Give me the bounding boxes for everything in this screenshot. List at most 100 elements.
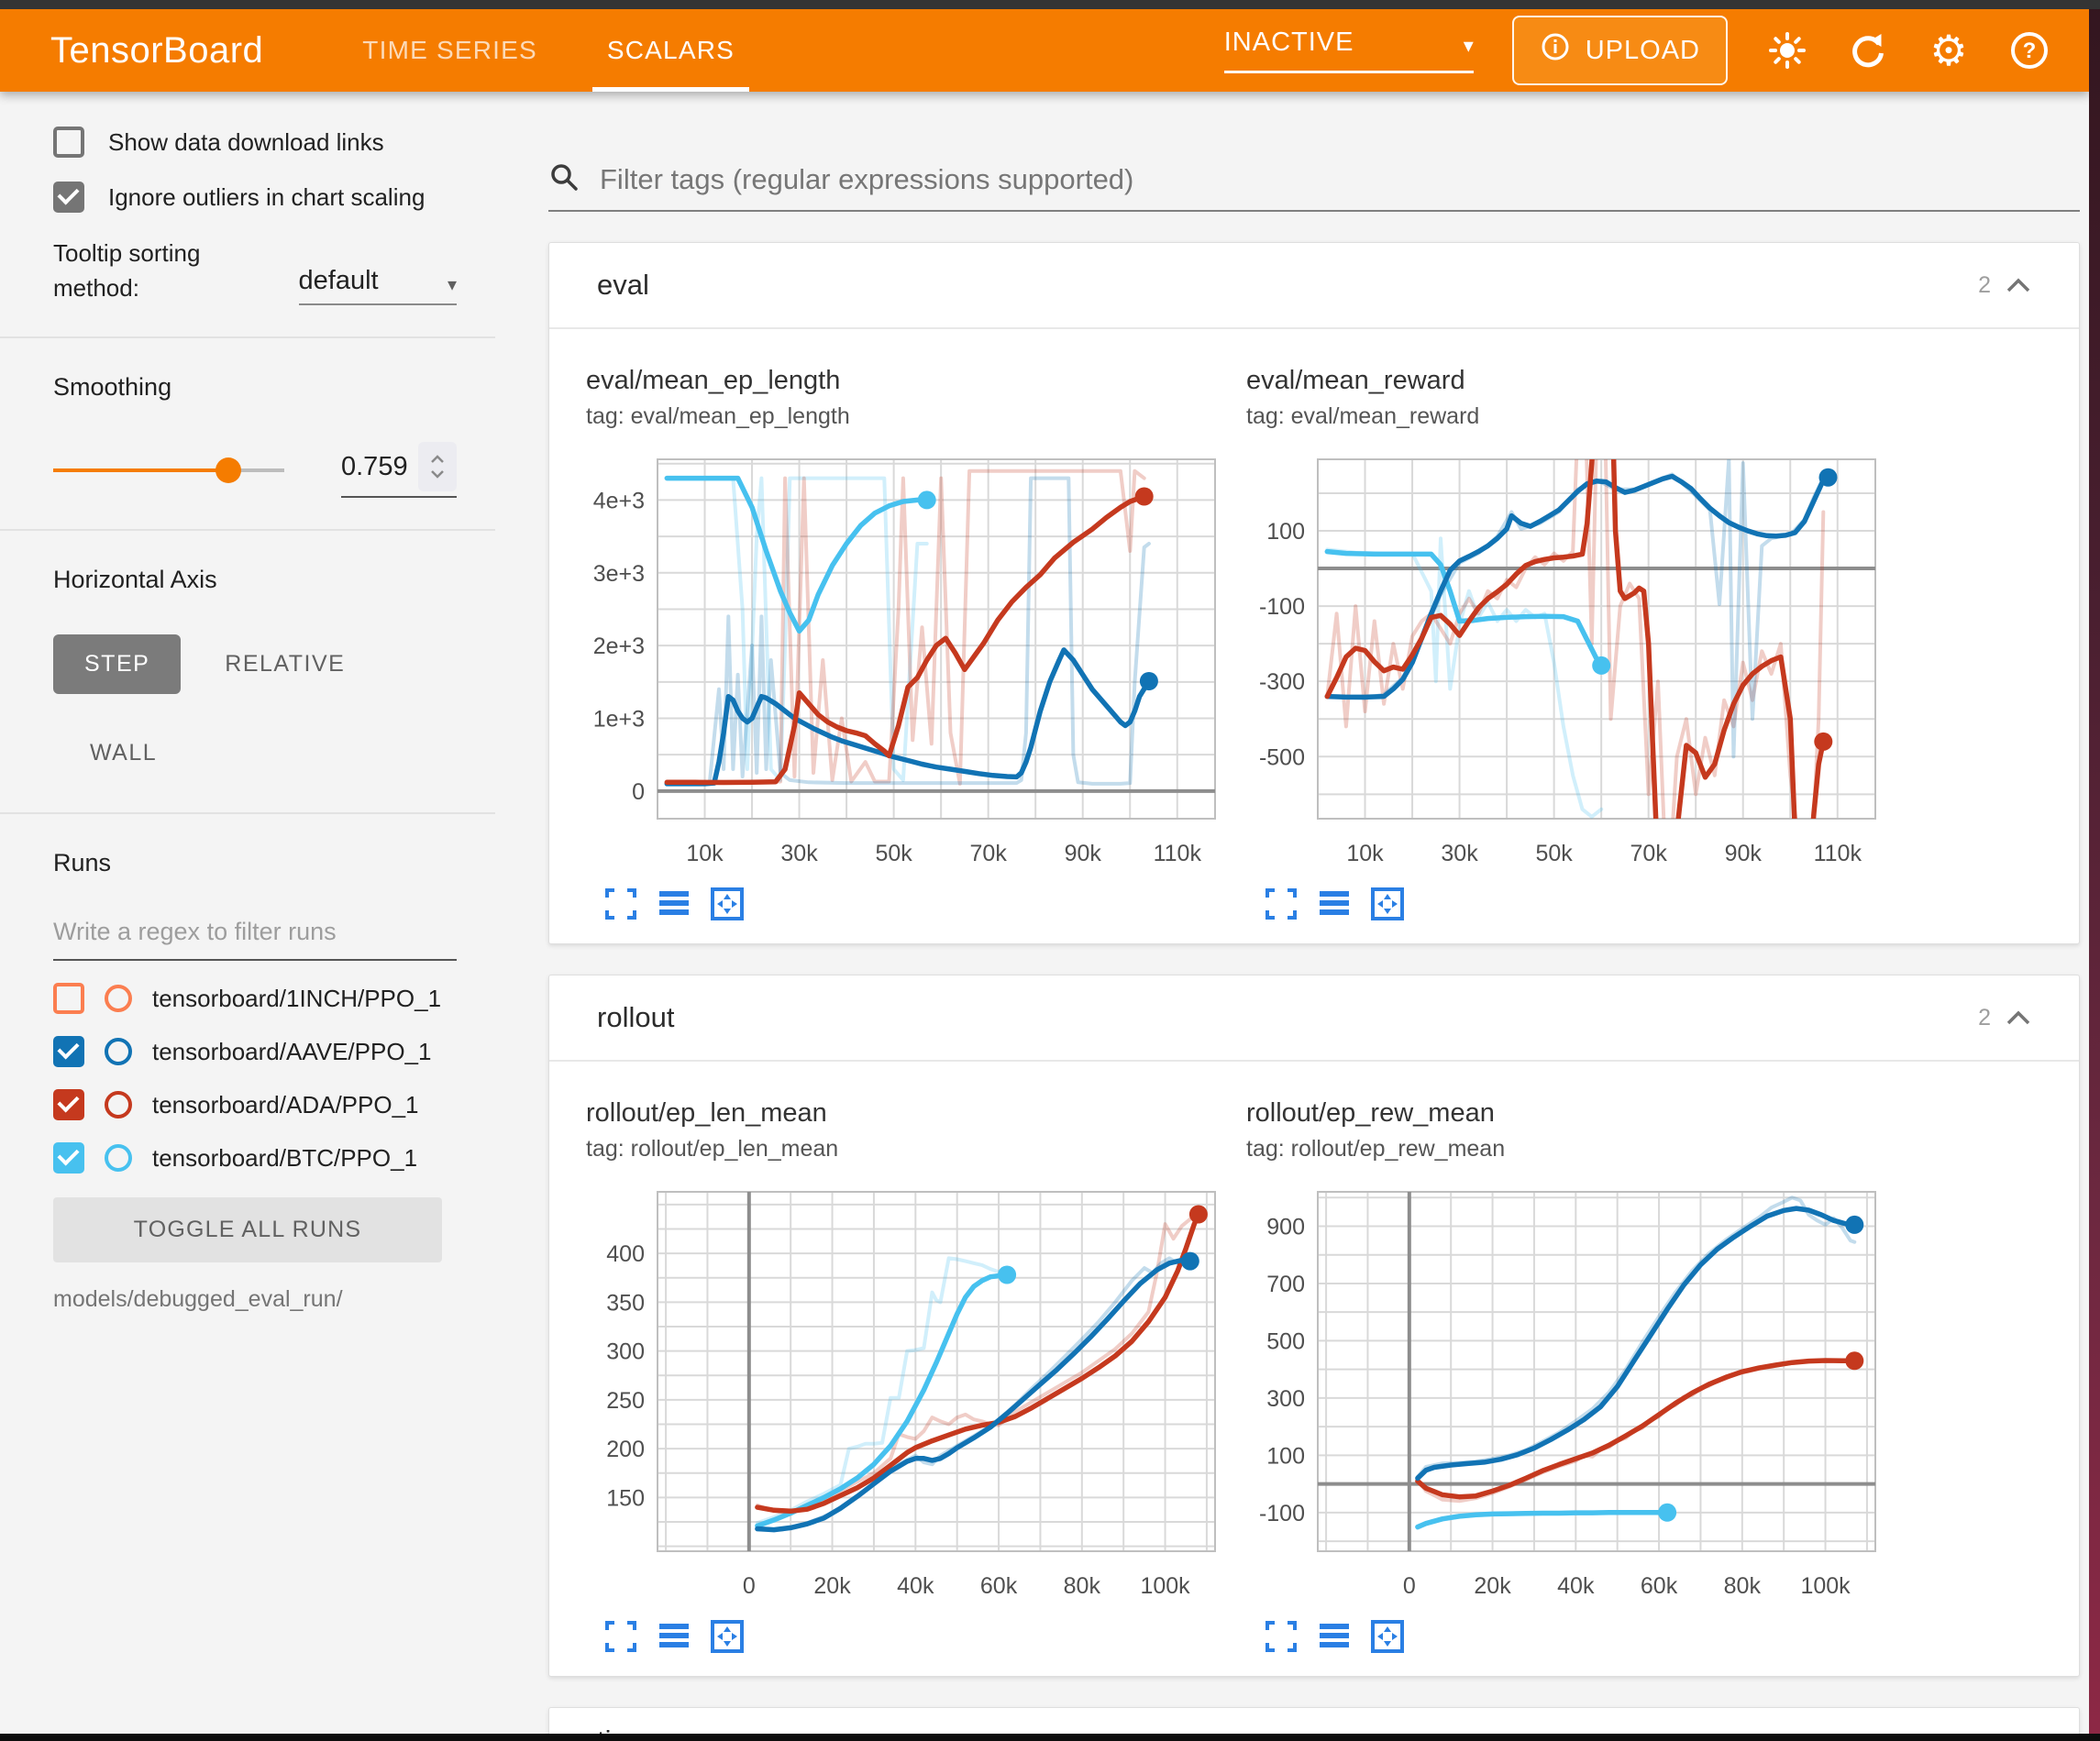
- svg-text:0: 0: [1403, 1573, 1416, 1599]
- run-row-ada[interactable]: tensorboard/ADA/PPO_1: [53, 1089, 457, 1120]
- svg-text:1e+3: 1e+3: [593, 706, 645, 732]
- tooltip-sorting-dropdown[interactable]: default ▾: [299, 266, 457, 305]
- run-checkbox-btc[interactable]: [53, 1142, 84, 1174]
- chart-rollout-ep-len-mean-plot[interactable]: 020k40k60k80k100k150200250300350400: [586, 1183, 1228, 1604]
- run-color-ring[interactable]: [105, 1091, 132, 1118]
- run-row-btc[interactable]: tensorboard/BTC/PPO_1: [53, 1142, 457, 1174]
- ignore-outliers-checkbox[interactable]: [53, 182, 84, 213]
- run-row-1inch[interactable]: tensorboard/1INCH/PPO_1: [53, 983, 457, 1014]
- chart-tag: tag: rollout/ep_rew_mean: [1246, 1136, 1888, 1163]
- expand-chart-icon[interactable]: [1263, 1619, 1299, 1656]
- run-row-aave[interactable]: tensorboard/AAVE/PPO_1: [53, 1036, 457, 1067]
- brightness-icon[interactable]: [1766, 29, 1808, 72]
- chevron-up-icon[interactable]: [2006, 1009, 2031, 1026]
- top-tabs: TIME SERIES SCALARS: [327, 9, 769, 92]
- svg-text:40k: 40k: [897, 1573, 934, 1599]
- chart-eval-mean-ep-length: eval/mean_ep_length tag: eval/mean_ep_le…: [586, 366, 1228, 923]
- section-rollout-header[interactable]: rollout 2: [549, 975, 2079, 1060]
- fit-to-data-icon[interactable]: [709, 1619, 746, 1656]
- section-eval: eval 2 eval/mean_ep_length tag: eval/mea…: [548, 242, 2080, 944]
- chart-eval-mean-reward-plot[interactable]: 10k30k50k70k90k110k100-100-300-500: [1246, 450, 1888, 872]
- fit-to-data-icon[interactable]: [1369, 887, 1406, 923]
- data-table-icon[interactable]: [656, 887, 692, 923]
- axis-option-wall[interactable]: WALL: [86, 725, 160, 781]
- run-color-ring[interactable]: [105, 1038, 132, 1065]
- svg-text:10k: 10k: [686, 841, 724, 866]
- show-download-links-row[interactable]: Show data download links: [53, 127, 457, 158]
- fit-to-data-icon[interactable]: [1369, 1619, 1406, 1656]
- tab-time-series[interactable]: TIME SERIES: [327, 9, 572, 92]
- expand-chart-icon[interactable]: [602, 887, 639, 923]
- svg-text:60k: 60k: [1641, 1573, 1678, 1599]
- tooltip-sorting-row: Tooltip sorting method: default ▾: [53, 237, 457, 305]
- data-table-icon[interactable]: [1316, 887, 1353, 923]
- run-checkbox-ada[interactable]: [53, 1089, 84, 1120]
- section-rollout: rollout 2 rollout/ep_len_mean tag: rollo…: [548, 975, 2080, 1677]
- svg-text:100k: 100k: [1800, 1573, 1851, 1599]
- svg-text:200: 200: [606, 1437, 645, 1462]
- app-title: TensorBoard: [50, 30, 263, 72]
- run-color-ring[interactable]: [105, 1144, 132, 1172]
- run-color-ring[interactable]: [105, 985, 132, 1012]
- search-icon: [548, 161, 580, 197]
- chart-tag: tag: eval/mean_ep_length: [586, 403, 1228, 430]
- chart-rollout-ep-len-mean: rollout/ep_len_mean tag: rollout/ep_len_…: [586, 1098, 1228, 1656]
- chevron-down-icon: ▾: [448, 273, 457, 296]
- smoothing-value-input[interactable]: [341, 452, 418, 482]
- svg-text:30k: 30k: [1441, 841, 1478, 866]
- svg-text:10k: 10k: [1346, 841, 1384, 866]
- runs-filter-input[interactable]: [53, 918, 457, 961]
- svg-text:50k: 50k: [1535, 841, 1573, 866]
- svg-text:350: 350: [606, 1290, 645, 1316]
- expand-chart-icon[interactable]: [602, 1619, 639, 1656]
- run-checkbox-1inch[interactable]: [53, 983, 84, 1014]
- expand-chart-icon[interactable]: [1263, 887, 1299, 923]
- section-eval-header[interactable]: eval 2: [549, 243, 2079, 327]
- section-chart-count: 2: [1978, 272, 1991, 299]
- chart-tag: tag: eval/mean_reward: [1246, 403, 1888, 430]
- settings-sidebar: Show data download links Ignore outliers…: [0, 92, 495, 1741]
- svg-text:?: ?: [2023, 39, 2037, 63]
- help-icon[interactable]: ?: [2008, 29, 2050, 72]
- svg-text:900: 900: [1266, 1214, 1305, 1240]
- toggle-all-runs-button[interactable]: TOGGLE ALL RUNS: [53, 1197, 442, 1262]
- smoothing-slider[interactable]: [53, 468, 284, 472]
- chart-eval-mean-ep-length-plot[interactable]: 10k30k50k70k90k110k01e+32e+33e+34e+3: [586, 450, 1228, 872]
- svg-text:100: 100: [1266, 519, 1305, 545]
- page-content: Show data download links Ignore outliers…: [0, 92, 2089, 1741]
- svg-text:150: 150: [606, 1485, 645, 1511]
- svg-text:20k: 20k: [1474, 1573, 1511, 1599]
- chart-title: rollout/ep_rew_mean: [1246, 1098, 1888, 1129]
- settings-icon[interactable]: ⚙: [1928, 29, 1970, 72]
- run-checkbox-aave[interactable]: [53, 1036, 84, 1067]
- dashboard-main: eval 2 eval/mean_ep_length tag: eval/mea…: [495, 92, 2089, 1741]
- section-eval-body: eval/mean_ep_length tag: eval/mean_ep_le…: [549, 327, 2079, 943]
- smoothing-stepper[interactable]: [418, 442, 457, 491]
- refresh-icon[interactable]: [1847, 29, 1889, 72]
- svg-text:500: 500: [1266, 1328, 1305, 1354]
- fit-to-data-icon[interactable]: [709, 887, 746, 923]
- axis-option-step[interactable]: STEP: [53, 634, 181, 694]
- chart-actions: [1246, 887, 1888, 923]
- runs-path-text: models/debugged_eval_run/: [53, 1286, 457, 1313]
- show-download-links-checkbox[interactable]: [53, 127, 84, 158]
- data-table-icon[interactable]: [1316, 1619, 1353, 1656]
- upload-label: UPLOAD: [1586, 36, 1700, 66]
- smoothing-slider-thumb[interactable]: [216, 457, 241, 483]
- section-chart-count: 2: [1978, 1005, 1991, 1031]
- svg-text:40k: 40k: [1557, 1573, 1595, 1599]
- svg-text:80k: 80k: [1064, 1573, 1101, 1599]
- ignore-outliers-row[interactable]: Ignore outliers in chart scaling: [53, 182, 457, 213]
- chart-rollout-ep-rew-mean-plot[interactable]: 020k40k60k80k100k-100100300500700900: [1246, 1183, 1888, 1604]
- run-label-ada: tensorboard/ADA/PPO_1: [152, 1091, 419, 1119]
- tab-scalars[interactable]: SCALARS: [572, 9, 769, 92]
- svg-text:60k: 60k: [980, 1573, 1018, 1599]
- tag-filter-input[interactable]: [598, 162, 2080, 197]
- axis-option-relative[interactable]: RELATIVE: [221, 636, 348, 692]
- smoothing-slider-row: [53, 442, 457, 498]
- upload-button[interactable]: UPLOAD: [1512, 16, 1728, 85]
- svg-text:90k: 90k: [1065, 841, 1102, 866]
- chevron-up-icon[interactable]: [2006, 277, 2031, 293]
- status-dropdown[interactable]: INACTIVE ▾: [1224, 28, 1474, 73]
- data-table-icon[interactable]: [656, 1619, 692, 1656]
